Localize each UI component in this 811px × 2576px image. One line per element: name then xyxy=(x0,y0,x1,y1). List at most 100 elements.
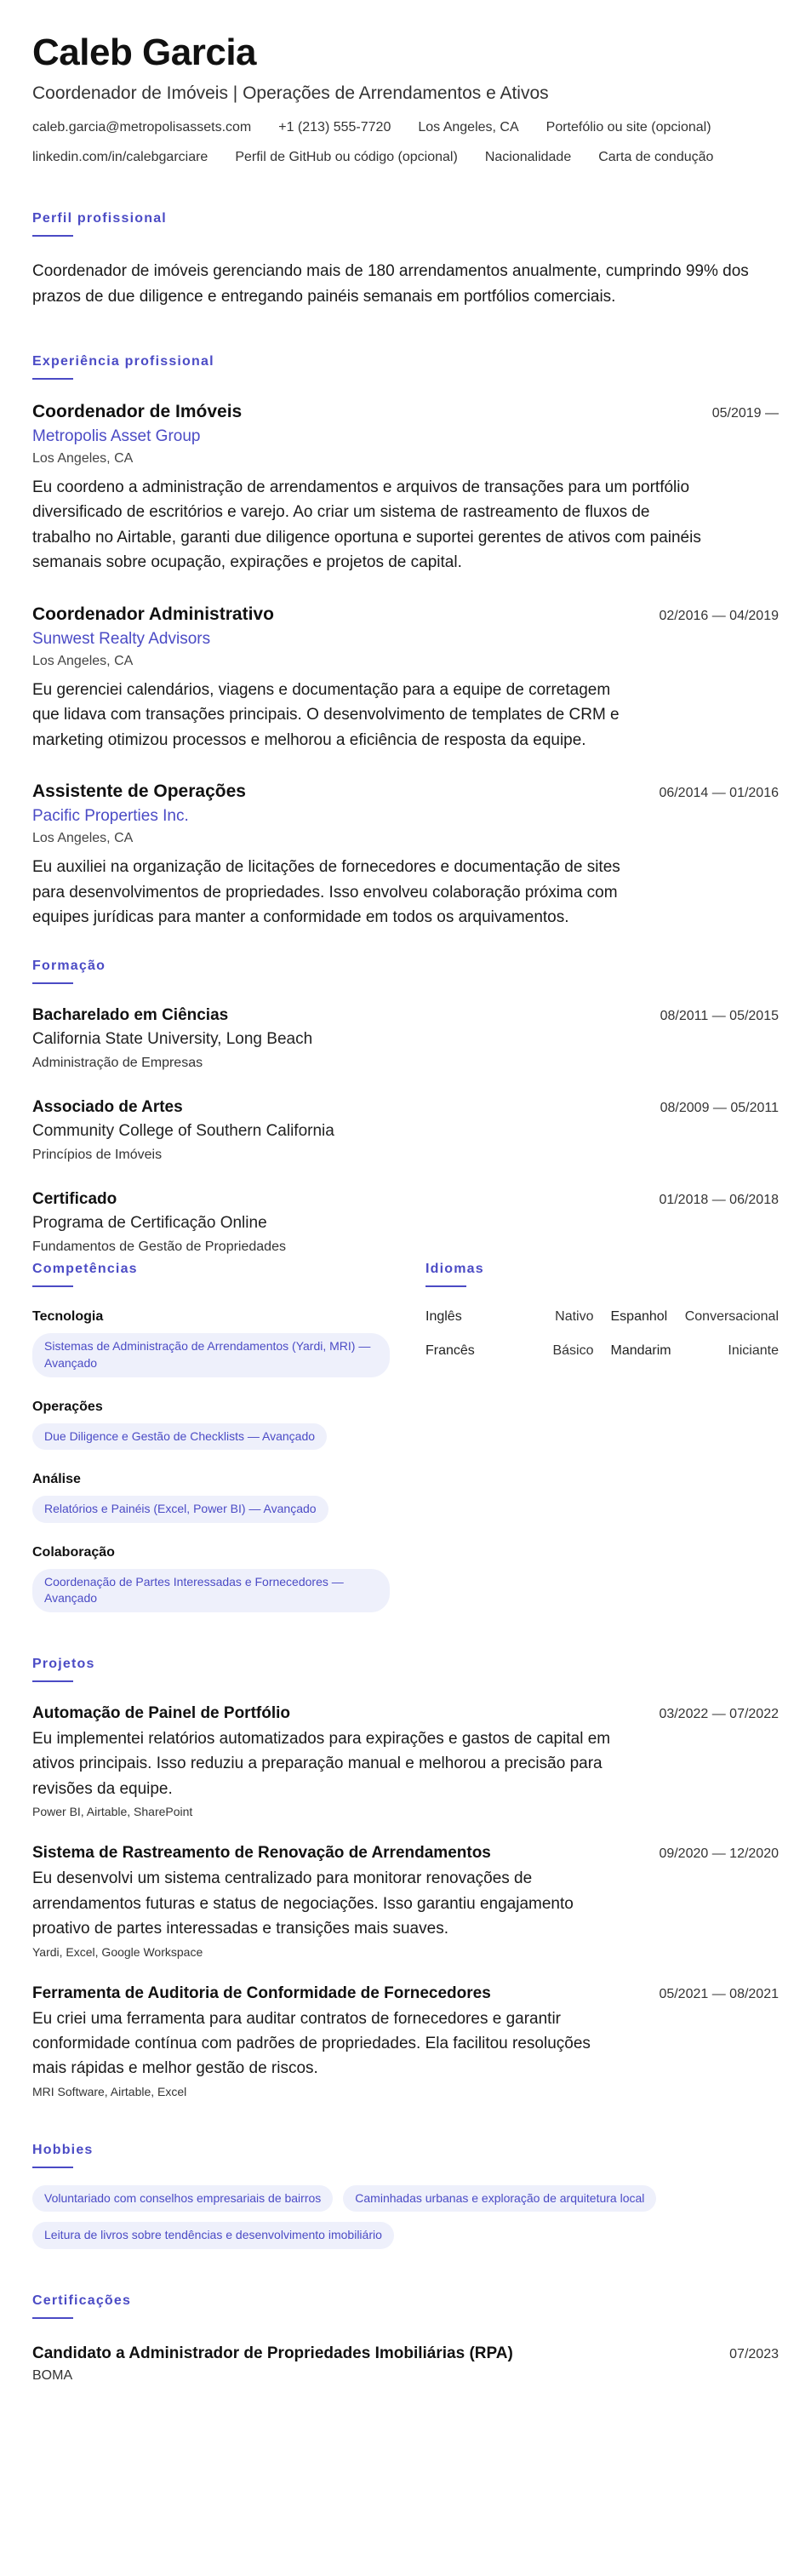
projects-section: Projetos Automação de Painel de Portfóli… xyxy=(32,1657,779,2098)
project-item: Ferramenta de Auditoria de Conformidade … xyxy=(32,1984,779,2098)
language-level: Básico xyxy=(552,1343,594,1359)
project-tech: Power BI, Airtable, SharePoint xyxy=(32,1805,193,1819)
skill-chip: Due Diligence e Gestão de Checklists — A… xyxy=(32,1423,328,1451)
contact-nationality: Nacionalidade xyxy=(484,150,572,165)
education-item: Bacharelado em Ciências 08/2011 — 05/201… xyxy=(32,1006,779,1071)
project-item: Sistema de Rastreamento de Renovação de … xyxy=(32,1844,779,1958)
section-title-skills: Competências xyxy=(32,1262,138,1277)
education-item: Certificado 01/2018 — 06/2018 Programa d… xyxy=(32,1190,779,1255)
education-date: 08/2011 — 05/2015 xyxy=(660,1009,779,1024)
degree-title: Certificado xyxy=(32,1190,117,1209)
field-of-study: Administração de Empresas xyxy=(32,1056,203,1071)
section-title-experience: Experiência profissional xyxy=(32,354,214,369)
project-date: 09/2020 — 12/2020 xyxy=(659,1846,779,1862)
degree-title: Associado de Artes xyxy=(32,1098,183,1117)
hobby-list: Voluntariado com conselhos empresariais … xyxy=(32,2184,779,2250)
job-location: Los Angeles, CA xyxy=(32,451,134,467)
skills-section: Competências Tecnologia Sistemas de Admi… xyxy=(32,1262,390,1612)
language-name: Espanhol xyxy=(610,1309,668,1325)
project-tech: Yardi, Excel, Google Workspace xyxy=(32,1944,203,1959)
field-of-study: Fundamentos de Gestão de Propriedades xyxy=(32,1239,286,1255)
project-date: 05/2021 — 08/2021 xyxy=(659,1986,779,2001)
contact-portfolio[interactable]: Portefólio ou site (opcional) xyxy=(546,119,711,137)
language-name: Inglês xyxy=(425,1309,462,1325)
certification-item: Candidato a Administrador de Propriedade… xyxy=(32,2344,779,2384)
section-title-languages: Idiomas xyxy=(425,1262,484,1277)
section-divider xyxy=(32,982,73,985)
job-title: Assistente de Operações xyxy=(32,781,246,802)
experience-item: Assistente de Operações 06/2014 — 01/201… xyxy=(32,781,779,930)
experience-item: Coordenador de Imóveis 05/2019 — Metropo… xyxy=(32,402,779,575)
skill-category: Análise xyxy=(32,1472,81,1487)
school-name: California State University, Long Beach xyxy=(32,1030,313,1049)
language-level: Conversacional xyxy=(684,1309,779,1325)
hobby-chip: Leitura de livros sobre tendências e des… xyxy=(32,2222,394,2250)
job-date: 06/2014 — 01/2016 xyxy=(659,786,779,801)
section-divider xyxy=(32,2317,73,2320)
language-level: Nativo xyxy=(555,1309,594,1325)
section-divider xyxy=(425,1285,466,1288)
education-section: Formação Bacharelado em Ciências 08/2011… xyxy=(32,959,779,1255)
experience-item: Coordenador Administrativo 02/2016 — 04/… xyxy=(32,604,779,753)
skill-category: Operações xyxy=(32,1399,103,1414)
job-description: Eu coordeno a administração de arrendame… xyxy=(32,478,701,572)
language-item: Mandarim Iniciante xyxy=(611,1343,780,1359)
hobbies-section: Hobbies Voluntariado com conselhos empre… xyxy=(32,2142,779,2250)
contact-github[interactable]: Perfil de GitHub ou código (opcional) xyxy=(235,149,457,167)
candidate-name: Caleb Garcia xyxy=(32,31,257,73)
education-date: 01/2018 — 06/2018 xyxy=(659,1193,779,1208)
contact-location: Los Angeles, CA xyxy=(418,120,519,135)
skill-group: Análise Relatórios e Painéis (Excel, Pow… xyxy=(32,1472,390,1523)
languages-section: Idiomas Inglês Nativo Espanhol Conversac… xyxy=(425,1262,779,1612)
job-location: Los Angeles, CA xyxy=(32,653,134,668)
language-level: Iniciante xyxy=(728,1343,779,1359)
language-item: Inglês Nativo xyxy=(425,1309,594,1325)
section-divider xyxy=(32,1680,73,1682)
job-description: Eu auxiliei na organização de licitações… xyxy=(32,858,620,926)
skill-chip: Relatórios e Painéis (Excel, Power BI) —… xyxy=(32,1496,328,1523)
language-item: Espanhol Conversacional xyxy=(611,1309,780,1325)
section-divider xyxy=(32,378,73,381)
company-name: Metropolis Asset Group xyxy=(32,427,201,446)
project-description: Eu implementei relatórios automatizados … xyxy=(32,1729,611,1798)
job-location: Los Angeles, CA xyxy=(32,831,134,846)
resume-header: Caleb Garcia Coordenador de Imóveis | Op… xyxy=(32,31,779,167)
skill-chip: Sistemas de Administração de Arrendament… xyxy=(32,1333,390,1377)
candidate-headline: Coordenador de Imóveis | Operações de Ar… xyxy=(32,83,549,104)
company-name: Pacific Properties Inc. xyxy=(32,807,189,826)
job-description: Eu gerenciei calendários, viagens e docu… xyxy=(32,680,620,749)
section-divider xyxy=(32,2166,73,2168)
language-grid: Inglês Nativo Espanhol Conversacional Fr… xyxy=(425,1309,779,1359)
section-title-projects: Projetos xyxy=(32,1656,95,1671)
project-item: Automação de Painel de Portfólio 03/2022… xyxy=(32,1704,779,1818)
language-item: Francês Básico xyxy=(425,1343,594,1359)
skill-category: Colaboração xyxy=(32,1544,115,1560)
contact-list: caleb.garcia@metropolisassets.com +1 (21… xyxy=(32,119,779,167)
skill-group: Colaboração Coordenação de Partes Intere… xyxy=(32,1545,390,1612)
section-title-education: Formação xyxy=(32,959,106,974)
section-divider xyxy=(32,234,73,237)
language-name: Francês xyxy=(425,1343,475,1359)
project-title: Automação de Painel de Portfólio xyxy=(32,1703,290,1722)
job-title: Coordenador de Imóveis xyxy=(32,402,243,422)
resume-page: Caleb Garcia Coordenador de Imóveis | Op… xyxy=(0,0,811,2418)
education-item: Associado de Artes 08/2009 — 05/2011 Com… xyxy=(32,1098,779,1163)
school-name: Programa de Certificação Online xyxy=(32,1214,267,1233)
company-name: Sunwest Realty Advisors xyxy=(32,629,211,648)
contact-email[interactable]: caleb.garcia@metropolisassets.com xyxy=(32,119,251,137)
contact-phone[interactable]: +1 (213) 555-7720 xyxy=(278,119,391,137)
section-divider xyxy=(32,1285,73,1288)
language-name: Mandarim xyxy=(610,1343,671,1359)
project-date: 03/2022 — 07/2022 xyxy=(659,1706,779,1721)
section-title-certifications: Certificações xyxy=(32,2293,132,2309)
contact-linkedin[interactable]: linkedin.com/in/calebgarciare xyxy=(32,149,208,167)
education-date: 08/2009 — 05/2011 xyxy=(660,1101,779,1116)
job-title: Coordenador Administrativo xyxy=(32,604,274,624)
project-description: Eu desenvolvi um sistema centralizado pa… xyxy=(32,1869,574,1938)
project-title: Ferramenta de Auditoria de Conformidade … xyxy=(32,1984,491,2002)
section-title-hobbies: Hobbies xyxy=(32,2142,94,2157)
job-date: 05/2019 — xyxy=(711,406,779,421)
field-of-study: Princípios de Imóveis xyxy=(32,1148,163,1163)
hobby-chip: Caminhadas urbanas e exploração de arqui… xyxy=(343,2184,657,2212)
certification-date: 07/2023 xyxy=(729,2347,779,2362)
